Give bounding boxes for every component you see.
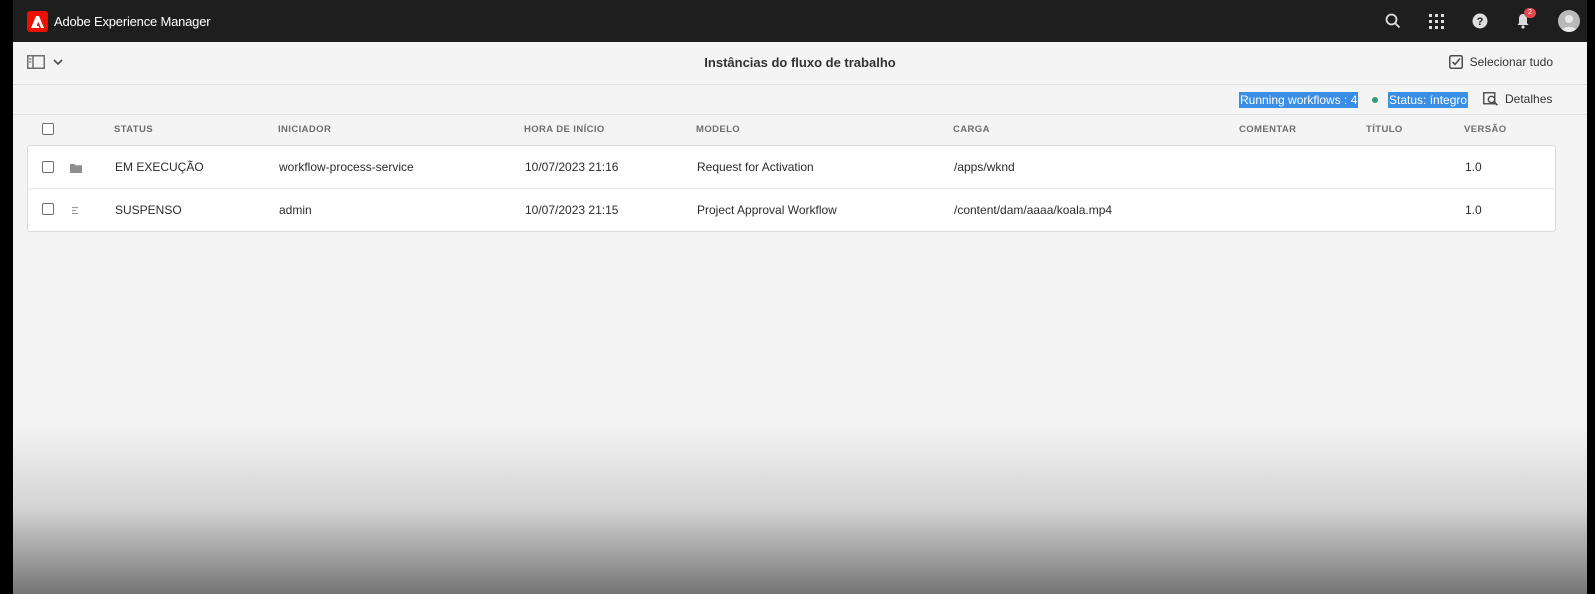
svg-text:?: ?: [1477, 16, 1484, 28]
row-checkbox[interactable]: [42, 203, 54, 215]
help-button[interactable]: ?: [1469, 10, 1491, 32]
column-header-model[interactable]: MODELO: [696, 124, 740, 135]
row-model: Request for Activation: [697, 160, 814, 174]
health-status: Status: íntegro: [1388, 92, 1469, 108]
row-checkbox[interactable]: [42, 161, 54, 173]
row-version: 1.0: [1465, 160, 1482, 174]
column-header-status[interactable]: STATUS: [114, 124, 153, 135]
workflow-instances-console: Instâncias do fluxo de trabalho Selecion…: [13, 42, 1587, 594]
row-initiator: workflow-process-service: [279, 160, 414, 174]
running-workflows-count: Running workflows : 4: [1239, 92, 1359, 108]
select-all-button[interactable]: Selecionar tudo: [1448, 55, 1553, 69]
select-all-label: Selecionar tudo: [1469, 55, 1553, 69]
table-header: STATUS INICIADOR HORA DE INÍCIO MODELO C…: [13, 115, 1587, 143]
notifications-button[interactable]: 2: [1512, 8, 1536, 32]
details-label: Detalhes: [1505, 92, 1553, 106]
column-header-comment[interactable]: COMENTAR: [1239, 124, 1296, 135]
row-payload: /content/dam/aaaa/koala.mp4: [954, 203, 1113, 217]
status-bar: Running workflows : 4 Status: íntegro De…: [13, 85, 1587, 115]
row-status: SUSPENSO: [115, 203, 182, 217]
brand[interactable]: Adobe Experience Manager: [27, 11, 211, 32]
adobe-logo-icon: [27, 11, 48, 32]
row-payload: /apps/wknd: [954, 160, 1015, 174]
user-avatar-icon: [1558, 10, 1580, 32]
top-shell-bar: Adobe Experience Manager ? 2: [0, 0, 1595, 42]
search-icon: [1385, 13, 1401, 29]
notification-badge: 2: [1524, 8, 1536, 18]
column-header-start-time[interactable]: HORA DE INÍCIO: [524, 124, 605, 135]
select-all-checkbox-icon: [1448, 55, 1463, 69]
details-search-icon: [1483, 92, 1499, 106]
folder-icon: [70, 160, 82, 178]
left-frame: [0, 0, 13, 594]
workflow-instances-table: EM EXECUÇÃO workflow-process-service 10/…: [27, 145, 1556, 232]
column-header-version[interactable]: VERSÃO: [1464, 124, 1507, 135]
select-all-rows-checkbox[interactable]: [42, 123, 54, 135]
details-button[interactable]: Detalhes: [1483, 92, 1552, 106]
page-title: Instâncias do fluxo de trabalho: [704, 55, 896, 70]
right-frame: [1587, 0, 1595, 594]
user-profile-button[interactable]: [1558, 10, 1580, 32]
row-model: Project Approval Workflow: [697, 203, 837, 217]
brand-name: Adobe Experience Manager: [54, 14, 211, 29]
solutions-button[interactable]: [1425, 10, 1447, 32]
action-bar: Instâncias do fluxo de trabalho Selecion…: [13, 42, 1587, 85]
apps-grid-icon: [1428, 13, 1444, 29]
row-status: EM EXECUÇÃO: [115, 160, 204, 174]
health-status-dot-icon: [1372, 97, 1378, 103]
row-start-time: 10/07/2023 21:16: [525, 160, 619, 174]
column-header-payload[interactable]: CARGA: [953, 124, 990, 135]
row-version: 1.0: [1465, 203, 1482, 217]
document-icon: [70, 203, 80, 221]
bottom-fade-overlay: [13, 422, 1587, 594]
column-header-initiator[interactable]: INICIADOR: [278, 124, 331, 135]
help-icon: ?: [1472, 13, 1488, 29]
table-row[interactable]: SUSPENSO admin 10/07/2023 21:15 Project …: [28, 188, 1555, 231]
column-header-title[interactable]: TÍTULO: [1366, 124, 1403, 135]
row-initiator: admin: [279, 203, 312, 217]
search-button[interactable]: [1382, 10, 1404, 32]
row-start-time: 10/07/2023 21:15: [525, 203, 619, 217]
table-row[interactable]: EM EXECUÇÃO workflow-process-service 10/…: [28, 146, 1555, 188]
